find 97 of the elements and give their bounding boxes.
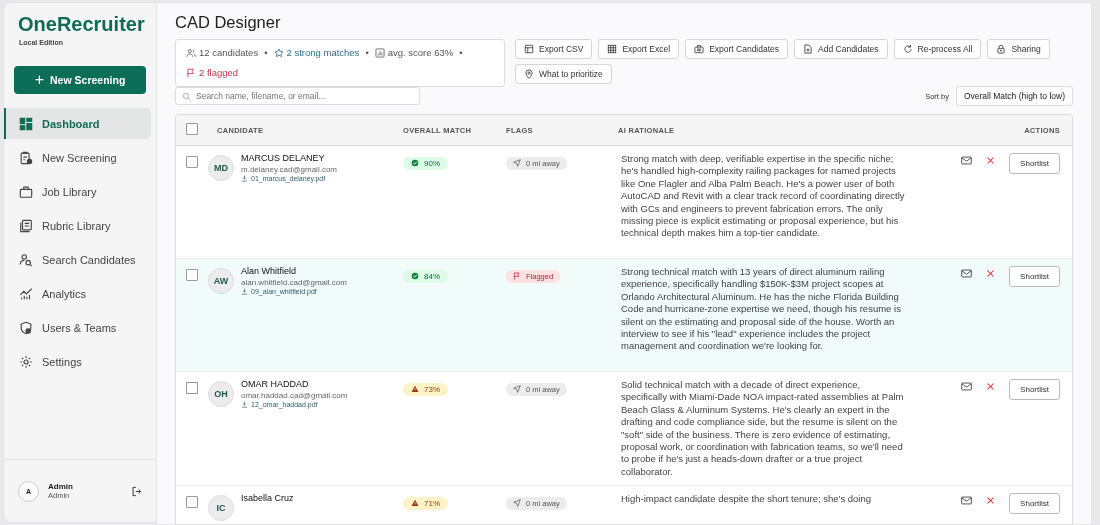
close-icon[interactable] [986, 269, 996, 278]
nav-item[interactable]: Search Candidates [4, 244, 151, 275]
candidate-name: OMAR HADDAD [241, 379, 310, 389]
chart-icon [19, 286, 33, 301]
toolbar-button[interactable]: Export CSV [515, 39, 593, 59]
avatar-initials: IC [208, 495, 234, 522]
match-score: 71% [424, 498, 440, 508]
toolbar-button[interactable]: Export Excel [598, 39, 680, 59]
warning-icon [411, 499, 419, 508]
match-score: 90% [424, 158, 440, 168]
select-all-checkbox[interactable] [186, 123, 198, 135]
refresh-icon [902, 44, 913, 54]
check-circle-icon [411, 159, 419, 167]
toolbar-button[interactable]: Add Candidates [794, 39, 888, 59]
shortlist-button[interactable]: Shortlist [1009, 379, 1060, 400]
nav-item[interactable]: Dashboard [4, 108, 151, 139]
navigation-icon [513, 499, 521, 508]
table-icon [524, 44, 534, 54]
shield-icon [19, 320, 33, 335]
candidate-email: omar.haddad.cad@gmail.com [241, 391, 348, 400]
warning-icon [411, 385, 419, 393]
bar-chart-icon [374, 48, 385, 58]
nav-item[interactable]: Job Library [4, 176, 151, 207]
mail-icon[interactable] [961, 496, 973, 506]
avatar-initials: MD [208, 155, 234, 181]
user-name: Admin [48, 482, 74, 491]
ai-rationale-text: Solid technical match with a decade of direct experience, specifically with Miami-Dade NOA impact-rated assemblies at Palm Beach Glass & Aluminum Systems. He's clearly an expert in the drafting and code compliance side, but the resume is silent on the "soft" side of the business. There is zero evidence of estimating, proposal work, or coordination with fabrication teams, so we'll need to probe if he's just a heads-down drafter or a true project collaborator. [621, 379, 905, 479]
check-circle-icon [411, 272, 419, 280]
search-icon [182, 91, 191, 101]
candidate-email: alan.whitfield.cad@gmail.com [241, 278, 347, 287]
briefcase-icon [19, 184, 33, 199]
nav-item[interactable]: Settings [4, 346, 151, 377]
logout-icon[interactable] [131, 485, 142, 497]
match-score: 84% [424, 271, 440, 281]
avatar-initials: AW [208, 268, 234, 294]
close-icon[interactable] [986, 382, 996, 391]
sort-dropdown[interactable]: Overall Match (high to low) [955, 86, 1073, 106]
toolbar-button[interactable]: What to prioritize [515, 64, 612, 84]
ai-rationale-text: High-impact candidate despite the short tenure; she's doing [621, 493, 873, 506]
clipboard-icon [19, 150, 33, 165]
dashboard-grid-icon [607, 44, 618, 54]
flag-icon [513, 272, 521, 280]
download-icon [241, 175, 248, 182]
candidate-name: Alan Whitfield [241, 266, 298, 276]
mail-icon[interactable] [961, 156, 973, 165]
close-icon[interactable] [986, 496, 996, 506]
star-icon [273, 48, 284, 58]
people-icon [186, 48, 196, 58]
candidate-email: m.delaney.cad@gmail.com [241, 165, 337, 174]
stacked-pages-icon [19, 218, 33, 233]
nav-item[interactable]: New Screening [4, 142, 151, 173]
toolbar-button[interactable]: Re-process All [893, 39, 982, 59]
search-field[interactable]: Search name, filename, or email... [175, 87, 420, 105]
shortlist-button[interactable]: Shortlist [1009, 153, 1060, 174]
download-icon [241, 401, 248, 408]
close-icon[interactable] [986, 156, 996, 165]
shortlist-button[interactable]: Shortlist [1009, 266, 1060, 287]
new-screening-button[interactable]: + New Screening [14, 66, 146, 94]
row-checkbox[interactable] [186, 382, 198, 394]
separator-dot: • [459, 46, 463, 60]
toolbar-button[interactable]: Sharing [987, 39, 1050, 59]
candidate-row[interactable] [176, 259, 1072, 372]
mail-icon[interactable] [961, 382, 973, 391]
nav-item[interactable]: Rubric Library [4, 210, 151, 241]
mail-icon[interactable] [961, 269, 973, 278]
dashboard-grid-icon [19, 116, 33, 131]
candidate-name: MARCUS DELANEY [241, 153, 326, 163]
row-checkbox[interactable] [186, 496, 198, 509]
stat-text: 2 strong matches [286, 46, 360, 60]
person-search-icon [19, 252, 33, 267]
toolbar-button[interactable]: Export Candidates [685, 39, 789, 59]
flag-icon [186, 68, 196, 78]
stat-text: avg. score 63% [387, 46, 454, 60]
ai-rationale-text: Strong match with deep, verifiable expertise in the specific niche; he's handled high-complexity railing packages for named projects like One Flagler and Alba Palm Beach. He's a power user of both AutoCAD and Revit with a clear track record of coordinating directly with GCs and engineers to prevent fabrication errors. The only missing piece is explicit estimating or proposal experience, but his technical depth makes him a top-tier candidate. [621, 153, 906, 240]
shortlist-button[interactable]: Shortlist [1009, 493, 1060, 515]
stat-text: 12 candidates [199, 46, 259, 60]
navigation-icon [513, 159, 521, 167]
file-plus-icon [803, 44, 814, 54]
navigation-icon [513, 385, 521, 393]
ai-rationale-text: Strong technical match with 13 years of direct aluminum railing experience, specifically handling $150K-$3M project scopes at Orlando Architectural Aluminum. He has the niche Florida Building Code and hurricane-zone expertise we need, though his resume is silent on the estimating and proposal side of the house. Worth an interview to see if his "lead" experience includes the project management and coordination we're looking for. [621, 266, 902, 353]
settings-icon [19, 354, 33, 369]
nav-item[interactable]: Users & Teams [4, 312, 151, 343]
briefcase-icon [694, 44, 705, 54]
stat-text: 2 flagged [199, 66, 239, 80]
separator-dot: • [365, 46, 369, 60]
match-score: 73% [424, 384, 440, 394]
separator-dot: • [264, 46, 268, 60]
candidate-name: Isabella Cruz [241, 493, 294, 504]
row-checkbox[interactable] [186, 156, 198, 168]
app-logo: OneRecruiter [18, 13, 146, 36]
download-icon [241, 288, 248, 295]
avatar-initials: OH [208, 381, 234, 407]
location-pin-icon [524, 69, 534, 79]
page-title: CAD Designer [175, 13, 282, 32]
nav-item[interactable]: Analytics [4, 278, 151, 309]
lock-icon [996, 44, 1007, 54]
row-checkbox[interactable] [186, 269, 198, 281]
